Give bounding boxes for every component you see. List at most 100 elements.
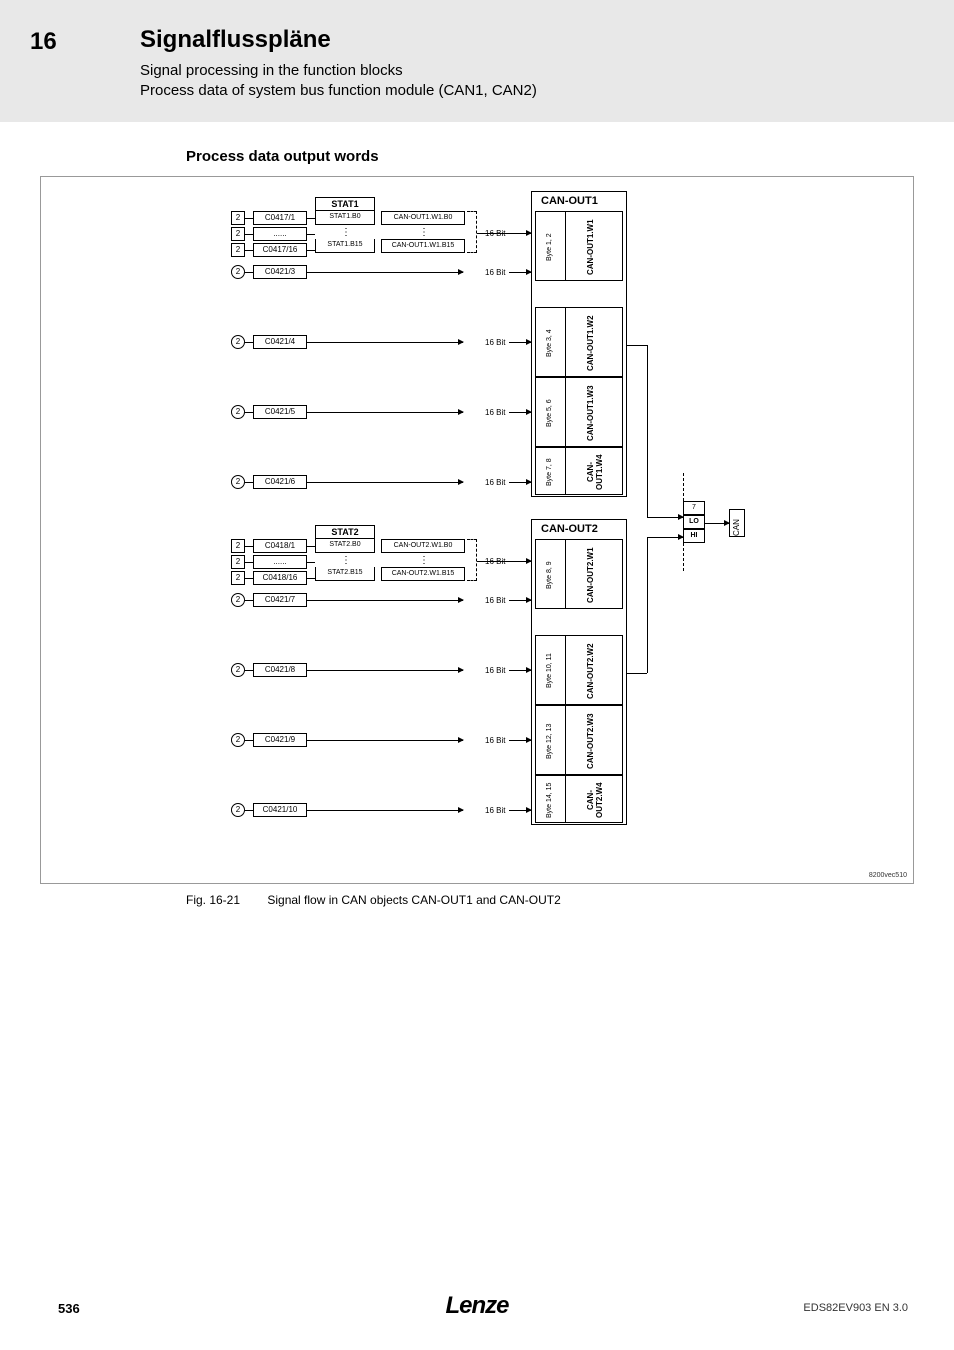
selector-digital: 2 — [231, 211, 245, 225]
section-heading: Process data output words — [186, 148, 379, 165]
header-band: 16 Signalflusspläne Signal processing in… — [0, 0, 954, 122]
can-out1-w1-cell: Byte 1, 2 CAN-OUT1.W1 — [535, 211, 623, 281]
selector-analog: 2 — [231, 335, 245, 349]
can-out1-w1-dots: ⋮ — [419, 227, 429, 238]
byte-label: Byte 1, 2 — [546, 218, 553, 276]
w-label: CAN-OUT1.W1 — [586, 214, 595, 280]
priority-lo: LO — [683, 515, 705, 529]
label-16bit: 16 Bit — [485, 408, 505, 417]
param-c0417-dots: ...... — [253, 227, 307, 241]
subtitle-2: Process data of system bus function modu… — [140, 82, 537, 99]
can-out1-w1-b0: CAN-OUT1.W1.B0 — [381, 211, 465, 225]
can-out2-w1-b15: CAN-OUT2.W1.B15 — [381, 567, 465, 581]
stat1-head: STAT1 — [315, 197, 375, 211]
document-id: EDS82EV903 EN 3.0 — [803, 1302, 908, 1314]
can-out2-w1-b0: CAN-OUT2.W1.B0 — [381, 539, 465, 553]
can-out2-w1-cell: Byte 8, 9 CAN-OUT2.W1 — [535, 539, 623, 609]
param-c0417-16: C0417/16 — [253, 243, 307, 257]
param-c0421-8: C0421/8 — [253, 663, 307, 677]
w-label: CAN-OUT1.W4 — [586, 448, 604, 496]
selector-analog: 2 — [231, 663, 245, 677]
byte-label: Byte 10, 11 — [546, 642, 553, 700]
figure-number: Fig. 16-21 — [186, 893, 264, 907]
param-c0421-4: C0421/4 — [253, 335, 307, 349]
stat1-dots: ⋮ — [341, 227, 351, 238]
stat1-b15: STAT1.B15 — [315, 239, 375, 253]
figure-text: Signal flow in CAN objects CAN-OUT1 and … — [267, 893, 560, 907]
can-label: CAN — [732, 512, 741, 536]
can-box: CAN — [729, 509, 745, 537]
can-out1-line — [627, 345, 647, 346]
selector-digital: 2 — [231, 539, 245, 553]
param-c0418-dots: ...... — [253, 555, 307, 569]
byte-label: Byte 7, 8 — [546, 450, 553, 494]
byte-label: Byte 8, 9 — [546, 546, 553, 604]
can-out1-title: CAN-OUT1 — [541, 195, 598, 207]
selector-analog: 2 — [231, 803, 245, 817]
priority-hi: HI — [683, 529, 705, 543]
arrow-w1 — [477, 233, 531, 234]
byte-label: Byte 3, 4 — [546, 314, 553, 372]
param-c0421-9: C0421/9 — [253, 733, 307, 747]
label-16bit: 16 Bit — [485, 596, 505, 605]
param-c0418-16: C0418/16 — [253, 571, 307, 585]
byte-label: Byte 14, 15 — [546, 778, 553, 822]
label-16bit: 16 Bit — [485, 806, 505, 815]
byte-label: Byte 12, 13 — [546, 712, 553, 770]
param-c0418-1: C0418/1 — [253, 539, 307, 553]
brace-stat1 — [467, 211, 477, 253]
label-16bit: 16 Bit — [485, 268, 505, 277]
can-out2-w1-dots: ⋮ — [419, 555, 429, 566]
figure-caption: Fig. 16-21 Signal flow in CAN objects CA… — [186, 893, 561, 907]
can-out2-title: CAN-OUT2 — [541, 523, 598, 535]
stat1-b0: STAT1.B0 — [315, 211, 375, 225]
w-label: CAN-OUT2.W3 — [586, 708, 595, 774]
param-c0417-1: C0417/1 — [253, 211, 307, 225]
w-label: CAN-OUT2.W2 — [586, 638, 595, 704]
selector-analog: 2 — [231, 593, 245, 607]
label-16bit: 16 Bit — [485, 338, 505, 347]
signal-flow-diagram: CAN-OUT1 STAT1 STAT1.B0 ⋮ STAT1.B15 CAN-… — [40, 176, 914, 884]
param-c0421-7: C0421/7 — [253, 593, 307, 607]
w-label: CAN-OUT1.W2 — [586, 310, 595, 376]
label-16bit: 16 Bit — [485, 736, 505, 745]
byte-label: Byte 5, 6 — [546, 384, 553, 442]
param-c0421-3: C0421/3 — [253, 265, 307, 279]
selector-analog: 2 — [231, 733, 245, 747]
can-out1-w3-cell: Byte 5, 6 CAN-OUT1.W3 — [535, 377, 623, 447]
stat2-b15: STAT2.B15 — [315, 567, 375, 581]
selector-digital: 2 — [231, 227, 245, 241]
page-number: 536 — [58, 1301, 80, 1316]
selector-analog: 2 — [231, 475, 245, 489]
can-out2-w2-cell: Byte 10, 11 CAN-OUT2.W2 — [535, 635, 623, 705]
can-out1-w2-cell: Byte 3, 4 CAN-OUT1.W2 — [535, 307, 623, 377]
can-out2-w3-cell: Byte 12, 13 CAN-OUT2.W3 — [535, 705, 623, 775]
chapter-title: Signalflusspläne — [140, 26, 331, 54]
stat2-dots: ⋮ — [341, 555, 351, 566]
label-16bit: 16 Bit — [485, 666, 505, 675]
can-out1-w1-b15: CAN-OUT1.W1.B15 — [381, 239, 465, 253]
selector-analog: 2 — [231, 405, 245, 419]
stat2-head: STAT2 — [315, 525, 375, 539]
can-out2-w4-cell: Byte 14, 15 CAN-OUT2.W4 — [535, 775, 623, 823]
brand-logo: Lenze — [445, 1292, 508, 1320]
selector-analog: 2 — [231, 265, 245, 279]
selector-digital: 2 — [231, 555, 245, 569]
w-label: CAN-OUT2.W4 — [586, 776, 604, 824]
subtitle-1: Signal processing in the function blocks — [140, 62, 403, 79]
diagram-code: 8200vec510 — [869, 872, 907, 879]
selector-digital: 2 — [231, 243, 245, 257]
param-c0421-6: C0421/6 — [253, 475, 307, 489]
can-out2-line — [627, 673, 647, 674]
label-16bit: 16 Bit — [485, 478, 505, 487]
brace-stat2 — [467, 539, 477, 581]
selector-digital: 2 — [231, 571, 245, 585]
w-label: CAN-OUT2.W1 — [586, 542, 595, 608]
w-label: CAN-OUT1.W3 — [586, 380, 595, 446]
param-c0421-10: C0421/10 — [253, 803, 307, 817]
stat2-b0: STAT2.B0 — [315, 539, 375, 553]
arrow-can — [705, 523, 729, 524]
can-out1-w4-cell: Byte 7, 8 CAN-OUT1.W4 — [535, 447, 623, 495]
chapter-number: 16 — [30, 28, 57, 56]
param-c0421-5: C0421/5 — [253, 405, 307, 419]
